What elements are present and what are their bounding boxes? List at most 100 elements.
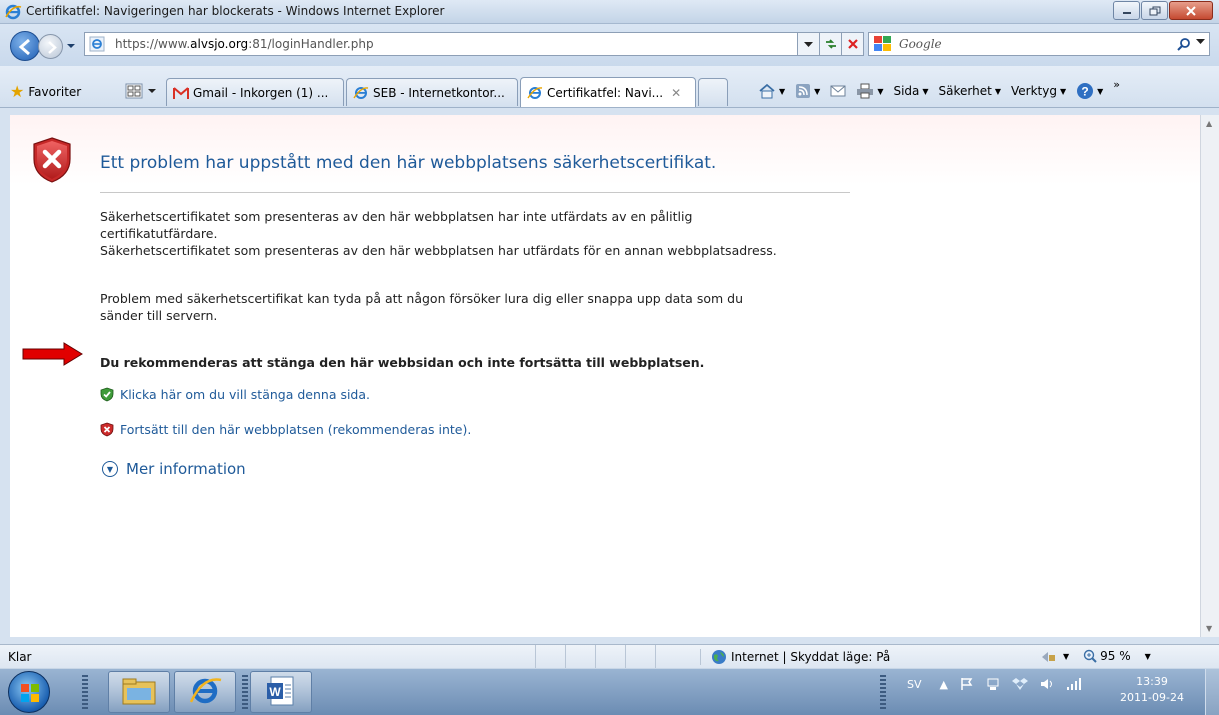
- ie-page-icon: [353, 85, 369, 101]
- explanation-line: certifikatutfärdare.: [100, 226, 218, 241]
- ie-logo-icon: [4, 3, 22, 24]
- address-buttons: [798, 32, 864, 56]
- risk-line: sänder till servern.: [100, 308, 218, 323]
- print-button[interactable]: ▼: [856, 83, 883, 99]
- status-panels: [535, 645, 685, 669]
- more-information-label: Mer information: [126, 460, 246, 478]
- security-zone[interactable]: Internet | Skyddat läge: På: [700, 649, 890, 665]
- close-window-button[interactable]: [1169, 1, 1213, 20]
- status-text: Klar: [8, 650, 32, 664]
- system-tray: SV ▲: [895, 677, 1094, 691]
- tab-gmail[interactable]: Gmail - Inkorgen (1) ...: [166, 78, 344, 106]
- close-tab-icon[interactable]: ✕: [671, 86, 681, 100]
- zoom-button[interactable]: 95 % ▼: [1083, 649, 1151, 663]
- ie-page-icon: [527, 85, 543, 101]
- refresh-button[interactable]: [820, 32, 842, 56]
- window-controls: [1112, 1, 1213, 20]
- command-bar: ▼ ▼ ▼ Sida ▼ Säkerhet ▼ Verktyg ▼ ? ▼ »: [758, 78, 1130, 100]
- close-page-link[interactable]: Klicka här om du vill stänga denna sida.: [100, 387, 370, 402]
- status-right: ▼ 95 % ▼: [1040, 649, 1165, 663]
- expand-icon: ▼: [102, 461, 118, 477]
- explorer-taskbar-button[interactable]: [108, 671, 170, 713]
- tools-menu[interactable]: Verktyg ▼: [1011, 84, 1066, 98]
- continue-link[interactable]: Fortsätt till den här webbplatsen (rekom…: [100, 422, 471, 437]
- search-options-icon[interactable]: [1196, 38, 1205, 48]
- internet-explorer-icon: [188, 674, 222, 711]
- mail-button[interactable]: [830, 84, 846, 98]
- clock[interactable]: 13:39 2011-09-24: [1115, 674, 1189, 706]
- taskbar-grip: [242, 675, 248, 709]
- ie-taskbar-button[interactable]: [174, 671, 236, 713]
- feeds-button[interactable]: ▼: [795, 83, 820, 99]
- network-device-icon[interactable]: [986, 677, 1000, 691]
- favorites-tab-bar: ★ Favoriter Gmail - Inkorgen (1) ... SEB…: [0, 66, 1219, 108]
- dropbox-icon[interactable]: [1011, 677, 1028, 691]
- vertical-scrollbar[interactable]: ▲ ▼: [1200, 115, 1219, 637]
- show-hidden-icons-icon[interactable]: ▲: [940, 678, 948, 691]
- svg-text:?: ?: [1081, 85, 1088, 99]
- word-taskbar-button[interactable]: W: [250, 671, 312, 713]
- certificate-explanation: Säkerhetscertifikatet som presenteras av…: [100, 208, 860, 259]
- page-content: Ett problem har uppstått med den här web…: [10, 115, 1200, 637]
- red-shield-icon: [100, 422, 114, 437]
- green-shield-icon: [100, 387, 114, 402]
- more-commands-icon[interactable]: »: [1113, 78, 1120, 91]
- tab-label: Certifikatfel: Navi...: [547, 85, 664, 100]
- minimize-button[interactable]: [1113, 1, 1140, 20]
- restore-button[interactable]: [1141, 1, 1168, 20]
- search-icon[interactable]: [1177, 37, 1191, 55]
- back-button[interactable]: [10, 31, 40, 61]
- tab-certificate-error[interactable]: Certifikatfel: Navi... ✕: [520, 77, 696, 107]
- window-title: Certifikatfel: Navigeringen har blockera…: [26, 4, 445, 18]
- favorites-label: Favoriter: [28, 84, 82, 99]
- ie-page-icon: [89, 36, 105, 55]
- explanation-line: Säkerhetscertifikatet som presenteras av…: [100, 209, 693, 224]
- scroll-up-icon[interactable]: ▲: [1206, 119, 1212, 128]
- stop-button[interactable]: [842, 32, 864, 56]
- error-heading: Ett problem har uppstått med den här web…: [100, 153, 717, 173]
- language-indicator[interactable]: SV: [907, 678, 922, 691]
- address-dropdown-button[interactable]: [798, 32, 820, 56]
- close-page-link-text[interactable]: Klicka här om du vill stänga denna sida.: [120, 387, 370, 402]
- history-dropdown-icon[interactable]: [66, 39, 76, 53]
- security-menu-label: Säkerhet: [938, 84, 992, 98]
- recommendation-text: Du rekommenderas att stänga den här webb…: [100, 355, 705, 370]
- tab-label: SEB - Internetkontor...: [373, 85, 505, 100]
- help-button[interactable]: ? ▼: [1076, 82, 1103, 100]
- volume-icon[interactable]: [1040, 677, 1054, 691]
- action-center-flag-icon[interactable]: [960, 677, 974, 691]
- taskbar-grip: [82, 675, 88, 709]
- divider: [100, 192, 850, 193]
- clock-date: 2011-09-24: [1120, 691, 1184, 704]
- tools-menu-label: Verktyg: [1011, 84, 1057, 98]
- new-tab-button[interactable]: [698, 78, 728, 106]
- explanation-line: Säkerhetscertifikatet som presenteras av…: [100, 243, 777, 258]
- more-information-toggle[interactable]: ▼ Mer information: [100, 460, 246, 478]
- home-button[interactable]: ▼: [758, 83, 785, 99]
- red-arrow-icon: [22, 341, 84, 370]
- zoom-level: 95 %: [1100, 649, 1131, 663]
- signal-strength-icon[interactable]: [1066, 677, 1082, 691]
- error-shield-icon: [32, 137, 72, 186]
- clock-time: 13:39: [1136, 675, 1168, 688]
- start-button[interactable]: [8, 671, 50, 713]
- tab-label: Gmail - Inkorgen (1) ...: [193, 85, 329, 100]
- continue-link-text[interactable]: Fortsätt till den här webbplatsen (rekom…: [120, 422, 471, 437]
- quick-tabs-button[interactable]: [125, 80, 161, 102]
- forward-button[interactable]: [38, 34, 63, 59]
- tab-seb[interactable]: SEB - Internetkontor...: [346, 78, 518, 106]
- page-menu[interactable]: Sida ▼: [893, 84, 928, 98]
- tray-grip: [880, 675, 886, 709]
- show-desktop-button[interactable]: [1205, 669, 1219, 715]
- scroll-down-icon[interactable]: ▼: [1206, 624, 1212, 633]
- search-field[interactable]: Google: [868, 32, 1210, 56]
- page-menu-label: Sida: [893, 84, 920, 98]
- security-menu[interactable]: Säkerhet ▼: [939, 84, 1001, 98]
- address-field[interactable]: https://www.alvsjo.org:81/loginHandler.p…: [84, 32, 798, 56]
- globe-icon: [711, 649, 727, 665]
- risk-explanation: Problem med säkerhetscertifikat kan tyda…: [100, 290, 860, 324]
- favorites-button[interactable]: ★ Favoriter: [10, 82, 81, 101]
- protected-mode-button[interactable]: ▼: [1040, 649, 1069, 663]
- gmail-icon: [173, 86, 189, 100]
- star-icon: ★: [10, 82, 25, 101]
